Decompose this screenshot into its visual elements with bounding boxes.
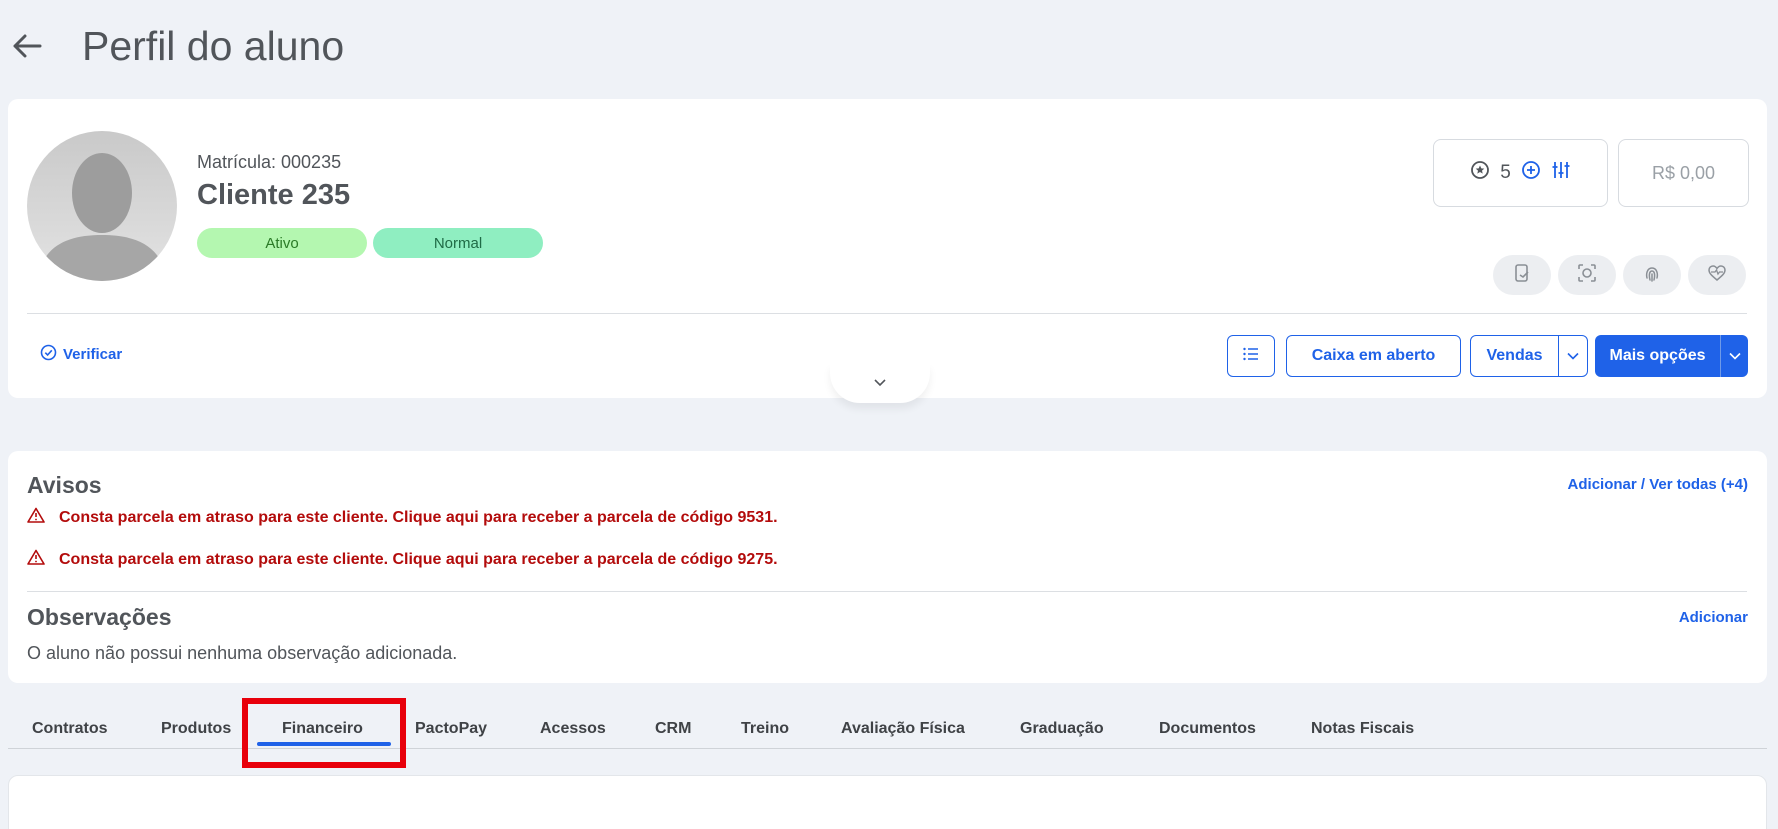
aviso-item[interactable]: Consta parcela em atraso para este clien… — [27, 507, 778, 528]
mais-opcoes-split-button[interactable]: Mais opções — [1595, 335, 1748, 377]
list-icon — [1243, 347, 1259, 366]
chevron-down-icon[interactable] — [1559, 352, 1587, 360]
page-title: Perfil do aluno — [82, 22, 345, 69]
tab-content-panel — [8, 775, 1767, 829]
list-button[interactable] — [1227, 335, 1275, 377]
caixa-em-aberto-button[interactable]: Caixa em aberto — [1286, 335, 1461, 377]
balance-box: R$ 0,00 — [1618, 139, 1749, 207]
document-sign-icon — [1512, 263, 1532, 288]
aviso-item[interactable]: Consta parcela em atraso para este clien… — [27, 549, 778, 570]
tab-graduacao[interactable]: Graduação — [1020, 720, 1104, 738]
tab-documentos[interactable]: Documentos — [1159, 720, 1256, 738]
heart-pulse-icon — [1707, 263, 1727, 288]
tab-notas-fiscais[interactable]: Notas Fiscais — [1311, 720, 1414, 738]
avisos-card: Avisos Adicionar / Ver todas (+4) Consta… — [8, 451, 1767, 683]
section-divider — [27, 591, 1747, 592]
avisos-add-link[interactable]: Adicionar / Ver todas (+4) — [1568, 476, 1748, 493]
expand-profile-toggle[interactable] — [830, 363, 930, 403]
verify-link[interactable]: Verificar — [40, 344, 122, 365]
verify-label: Verificar — [63, 346, 123, 363]
fingerprint-icon — [1642, 263, 1662, 288]
avisos-title: Avisos — [27, 472, 102, 498]
points-box: 5 — [1433, 139, 1608, 207]
vendas-label[interactable]: Vendas — [1471, 336, 1559, 376]
aviso-text: Consta parcela em atraso para este clien… — [59, 550, 778, 568]
face-scan-icon — [1577, 263, 1597, 288]
warning-icon — [27, 507, 45, 528]
tab-pactopay[interactable]: PactoPay — [415, 720, 487, 738]
observacoes-add-link[interactable]: Adicionar — [1679, 609, 1748, 626]
profile-divider — [27, 313, 1747, 314]
tab-avaliacao-fisica[interactable]: Avaliação Física — [841, 720, 965, 738]
tab-treino[interactable]: Treino — [741, 720, 789, 738]
profile-card: Matrícula: 000235 Cliente 235 Ativo Norm… — [8, 99, 1767, 398]
matricula-label: Matrícula: 000235 — [197, 152, 342, 172]
highlight-annotation — [242, 698, 406, 768]
tab-acessos[interactable]: Acessos — [540, 720, 606, 738]
page-header: Perfil do aluno — [10, 18, 344, 74]
mais-opcoes-label[interactable]: Mais opções — [1595, 335, 1721, 377]
observacoes-empty-text: O aluno não possui nenhuma observação ad… — [27, 643, 458, 663]
tab-produtos[interactable]: Produtos — [161, 720, 231, 738]
client-name: Cliente 235 — [197, 179, 351, 211]
chevron-down-icon[interactable] — [1721, 352, 1748, 360]
vendas-split-button[interactable]: Vendas — [1470, 335, 1588, 377]
points-value: 5 — [1500, 162, 1511, 183]
status-badge-ativo: Ativo — [197, 228, 367, 258]
face-recognition-button[interactable] — [1558, 255, 1616, 295]
warning-icon — [27, 549, 45, 570]
status-badge-normal: Normal — [373, 228, 543, 258]
adjust-points-icon[interactable] — [1551, 160, 1571, 186]
medal-icon — [1470, 160, 1490, 186]
aviso-text: Consta parcela em atraso para este clien… — [59, 508, 778, 526]
contract-sign-button[interactable] — [1493, 255, 1551, 295]
add-points-icon[interactable] — [1521, 160, 1541, 186]
avatar — [27, 131, 177, 281]
tab-crm[interactable]: CRM — [655, 720, 691, 738]
back-arrow-icon[interactable] — [10, 29, 44, 63]
check-circle-icon — [40, 344, 57, 365]
tab-contratos[interactable]: Contratos — [32, 720, 108, 738]
observacoes-title: Observações — [27, 604, 172, 630]
chevron-down-icon — [873, 374, 887, 392]
health-button[interactable] — [1688, 255, 1746, 295]
fingerprint-button[interactable] — [1623, 255, 1681, 295]
